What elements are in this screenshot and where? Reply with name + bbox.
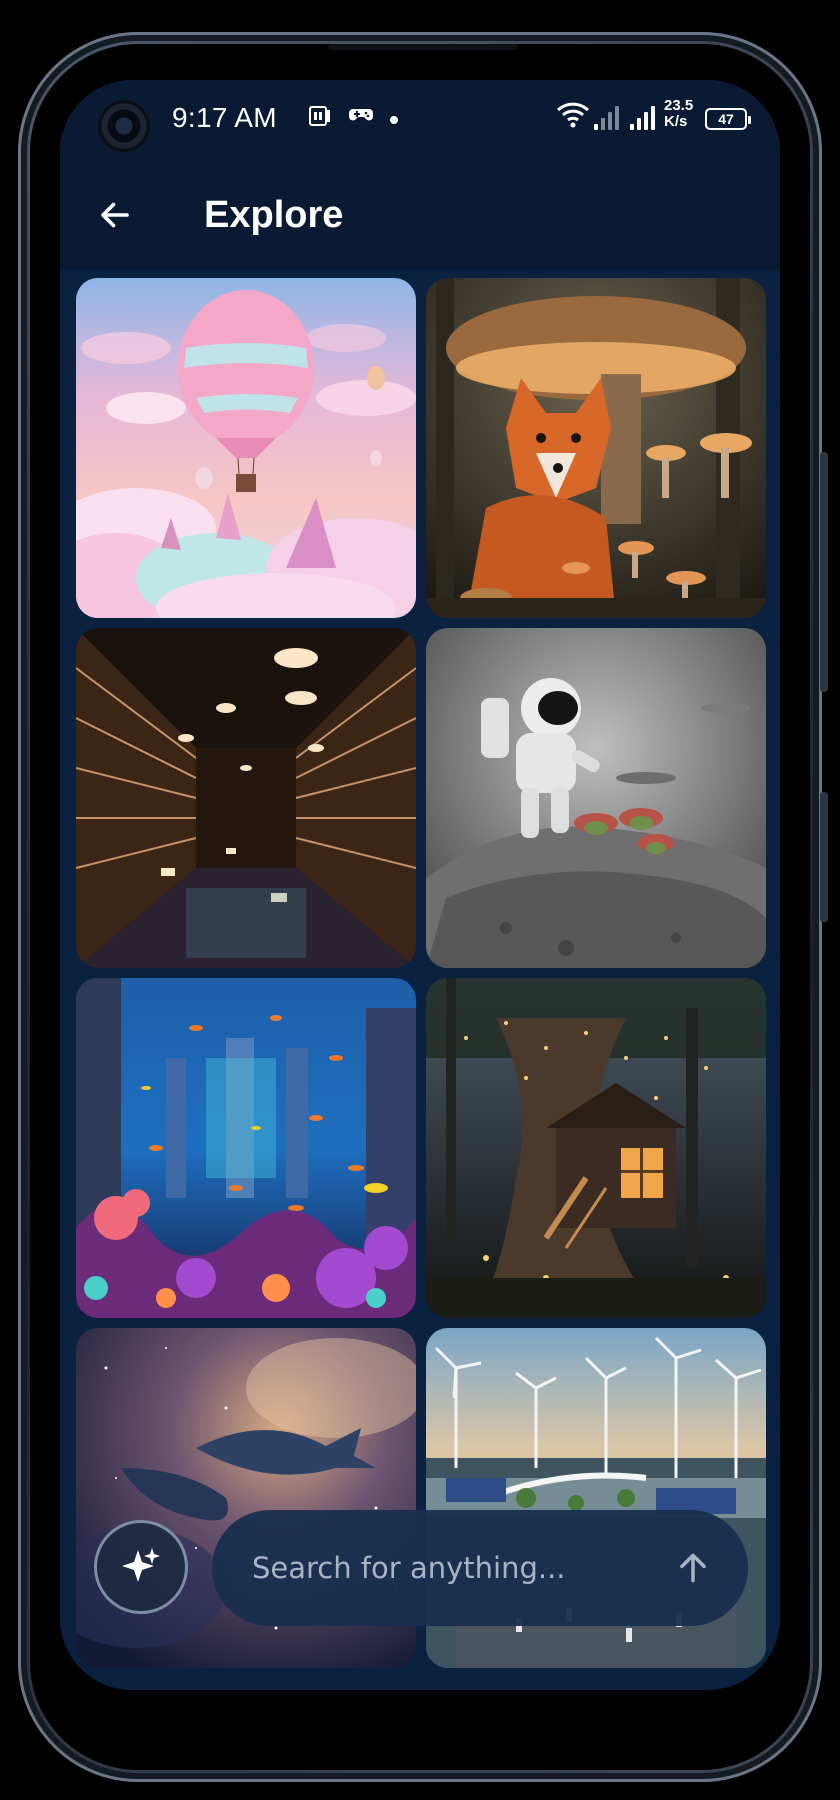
app-header: Explore xyxy=(60,160,780,270)
gallery-image-astronaut[interactable] xyxy=(426,628,766,968)
page-title: Explore xyxy=(204,194,344,236)
battery-icon: 47 xyxy=(705,108,751,130)
network-speed-unit: K/s xyxy=(664,113,688,130)
sparkle-icon xyxy=(122,1548,160,1582)
screen: 9:17 AM 23.5 K/s 47 Explore xyxy=(60,80,780,1690)
gallery-image-fox[interactable] xyxy=(426,278,766,618)
gallery-image-treehouse[interactable] xyxy=(426,978,766,1318)
search-input[interactable] xyxy=(252,1551,632,1585)
gallery-image-underwater[interactable] xyxy=(76,978,416,1318)
signal-bars-icon-1 xyxy=(594,102,619,130)
back-button[interactable] xyxy=(90,190,140,240)
arrow-left-icon xyxy=(101,202,129,228)
status-bar: 9:17 AM 23.5 K/s 47 xyxy=(60,80,780,160)
send-button[interactable] xyxy=(668,1543,718,1593)
explore-grid xyxy=(60,270,780,1690)
power-button xyxy=(820,792,828,922)
search-bar xyxy=(212,1510,748,1626)
battery-level: 47 xyxy=(718,111,734,127)
gallery-image-library[interactable] xyxy=(76,628,416,968)
volume-button xyxy=(820,452,828,692)
wifi-icon xyxy=(556,100,590,134)
gamepad-icon xyxy=(348,104,374,132)
arrow-up-icon xyxy=(680,1553,706,1583)
front-camera xyxy=(98,100,150,152)
notification-dot-icon xyxy=(390,116,398,124)
gallery-image-balloon[interactable] xyxy=(76,278,416,618)
earpiece-speaker xyxy=(328,44,518,50)
network-speed: 23.5 K/s xyxy=(664,98,693,130)
signal-bars-icon-2 xyxy=(630,102,655,130)
status-time: 9:17 AM xyxy=(172,102,277,133)
network-speed-value: 23.5 xyxy=(664,97,694,114)
ai-sparkle-button[interactable] xyxy=(94,1520,188,1614)
sim-card-icon xyxy=(308,104,332,134)
